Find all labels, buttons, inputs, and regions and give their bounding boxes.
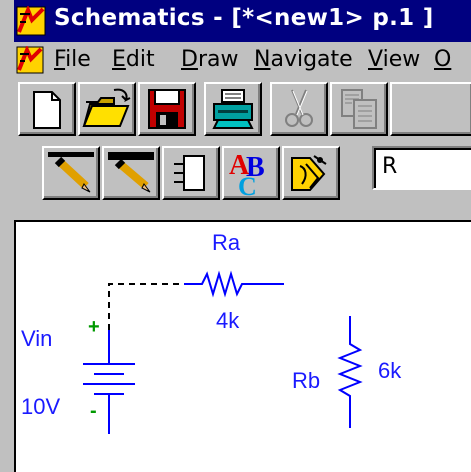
- draw-wire-button[interactable]: [42, 146, 100, 200]
- drawing-toolbar: A B C R: [14, 138, 471, 220]
- abc-part-icon: A B C: [229, 150, 265, 198]
- pencil-wire-icon: [48, 152, 94, 193]
- wizard-icon: [291, 155, 327, 191]
- pencil-bus-icon: [108, 152, 154, 193]
- draw-bus-button[interactable]: [102, 146, 160, 200]
- menu-file[interactable]: File: [54, 47, 91, 72]
- new-document-icon: [33, 91, 61, 129]
- print-button[interactable]: [204, 82, 262, 136]
- menu-draw[interactable]: Draw: [181, 47, 238, 72]
- open-folder-icon: [82, 88, 131, 127]
- title-bar[interactable]: Schematics - [*<new1> p.1 ]: [14, 0, 471, 42]
- paste-button[interactable]: [390, 82, 471, 136]
- vin-name-label: Vin: [21, 326, 53, 351]
- vin-value-label: 10V: [21, 394, 61, 419]
- menu-options[interactable]: O: [434, 47, 451, 72]
- ra-value-label: 4k: [216, 308, 240, 333]
- circuit-drawing: [83, 270, 363, 434]
- save-button[interactable]: [138, 82, 196, 136]
- copy-icon: [341, 89, 377, 129]
- draw-block-button[interactable]: [162, 146, 220, 200]
- rb-name-label: Rb: [292, 368, 321, 393]
- window-left-edge: [0, 0, 15, 472]
- menu-navigate[interactable]: Navigate: [254, 47, 353, 72]
- window-title: Schematics - [*<new1> p.1 ]: [54, 5, 434, 31]
- copy-button[interactable]: [330, 82, 388, 136]
- rb-value-label: 6k: [378, 358, 402, 383]
- ra-name-label: Ra: [212, 230, 241, 255]
- block-icon: [174, 155, 205, 191]
- schematics-window: Schematics - [*<new1> p.1 ] File Edit Dr…: [0, 0, 471, 472]
- menu-view[interactable]: View: [368, 47, 420, 72]
- part-name-field[interactable]: R: [372, 146, 471, 190]
- cut-button[interactable]: [270, 82, 328, 136]
- resistor-rb-symbol[interactable]: [337, 316, 363, 428]
- get-new-part-button[interactable]: A B C: [222, 146, 280, 200]
- open-file-button[interactable]: [78, 82, 136, 136]
- svg-text:C: C: [238, 172, 257, 198]
- menu-bar: File Edit Draw Navigate View O: [14, 42, 471, 78]
- printer-icon: [212, 89, 254, 129]
- edit-attributes-button[interactable]: [282, 146, 340, 200]
- plus-terminal-mark: +: [88, 316, 100, 338]
- minus-terminal-mark: -: [90, 400, 97, 422]
- standard-toolbar: [14, 78, 471, 138]
- schematics-app-icon: [16, 6, 46, 36]
- schematic-canvas[interactable]: Ra 4k Rb 6k Vin 10V + -: [14, 220, 471, 472]
- new-file-button[interactable]: [18, 82, 76, 136]
- resistor-ra-symbol[interactable]: [184, 270, 284, 298]
- scissors-icon: [285, 89, 313, 127]
- floppy-disk-icon: [148, 89, 186, 129]
- document-system-menu-icon[interactable]: [16, 46, 44, 74]
- menu-edit[interactable]: Edit: [112, 47, 155, 72]
- wire-ground-to-ra: [108, 283, 184, 330]
